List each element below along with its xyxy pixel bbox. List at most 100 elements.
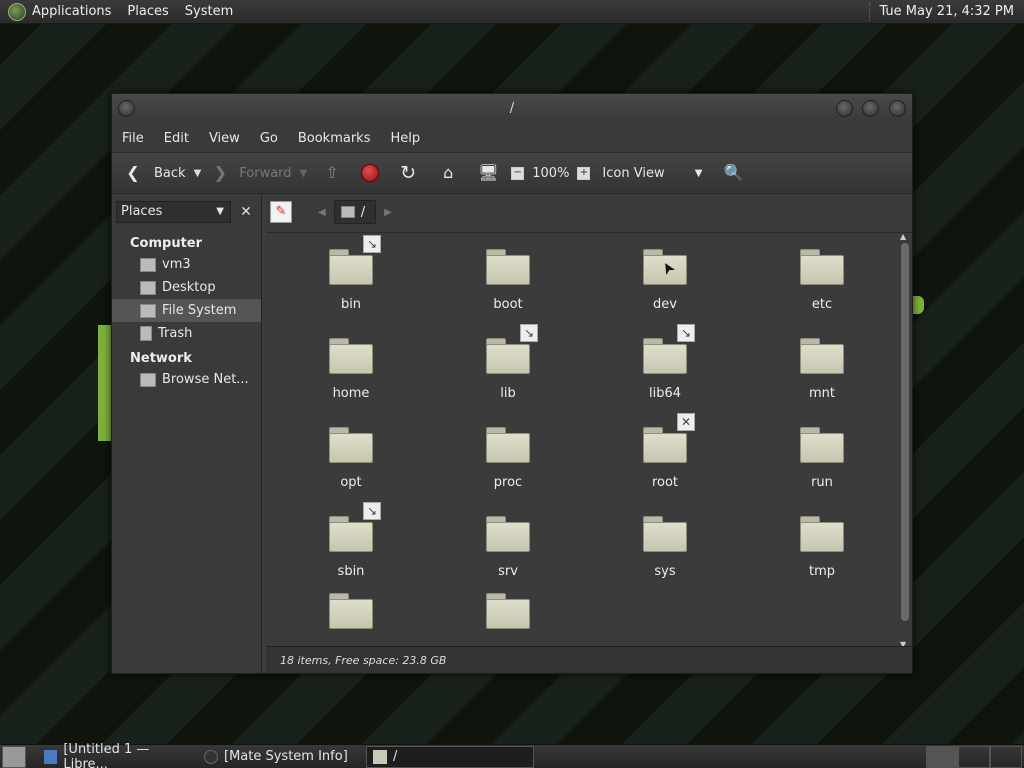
up-arrow-icon[interactable]: ⇧: [321, 162, 343, 184]
file-item[interactable]: ↘ sbin: [296, 502, 406, 596]
zoom-in-icon[interactable]: +: [577, 166, 591, 180]
sidebar-type-select[interactable]: Places ▼: [116, 201, 231, 223]
file-item[interactable]: boot: [453, 249, 563, 329]
forward-history-dropdown[interactable]: ▼: [300, 168, 308, 179]
clock[interactable]: Tue May 21, 4:32 PM: [873, 4, 1024, 19]
zoom-out-icon[interactable]: −: [511, 166, 525, 180]
bottom-panel: [Untitled 1 — Libre... [Mate System Info…: [0, 742, 1024, 768]
stop-icon[interactable]: [361, 164, 380, 182]
file-item[interactable]: sys: [610, 516, 720, 596]
sidebar-item-browse-network[interactable]: Browse Net...: [112, 368, 261, 391]
file-item[interactable]: ↘ bin: [296, 235, 406, 329]
applications-menu[interactable]: Applications: [0, 0, 119, 24]
no-access-emblem-icon: ✕: [677, 413, 695, 431]
sidebar-item-label: vm3: [162, 257, 191, 272]
workspace-1[interactable]: [926, 745, 958, 768]
home-folder-icon: [140, 257, 156, 272]
reload-icon[interactable]: ↻: [397, 162, 419, 184]
top-panel: Applications Places System Tue May 21, 4…: [0, 0, 1024, 24]
path-left-arrow-icon[interactable]: ◀: [318, 207, 326, 218]
view-mode-select[interactable]: Icon View ▼: [602, 166, 702, 181]
search-icon[interactable]: 🔍: [722, 162, 744, 184]
menu-go[interactable]: Go: [254, 131, 284, 146]
forward-button[interactable]: ❯ Forward: [209, 162, 292, 184]
edit-location-icon[interactable]: ✎: [270, 201, 292, 223]
desktop-folder-icon: [140, 280, 156, 295]
file-label: lib64: [648, 386, 682, 401]
file-label: run: [811, 475, 833, 490]
folder-icon: [800, 516, 844, 552]
forward-arrow-icon: ❯: [213, 163, 227, 182]
sidebar-item-file-system[interactable]: File System: [112, 299, 261, 322]
file-item[interactable]: ↘ lib64: [610, 324, 720, 418]
file-item[interactable]: mnt: [767, 338, 877, 418]
menubar: File Edit View Go Bookmarks Help: [112, 124, 912, 152]
menu-view[interactable]: View: [203, 131, 246, 146]
file-label: bin: [340, 297, 362, 312]
window-menu-button[interactable]: [118, 100, 135, 117]
file-item[interactable]: ➤ dev: [610, 249, 720, 329]
path-right-arrow-icon[interactable]: ▶: [384, 207, 392, 218]
task-file-manager[interactable]: /: [366, 745, 534, 768]
zoom-level: 100%: [532, 165, 570, 181]
task-label: /: [393, 749, 398, 764]
menu-help[interactable]: Help: [384, 131, 426, 146]
task-libreoffice[interactable]: [Untitled 1 — Libre...: [38, 742, 198, 768]
home-icon[interactable]: ⌂: [437, 162, 459, 184]
places-menu[interactable]: Places: [119, 0, 176, 24]
workspace-3[interactable]: [990, 745, 1022, 768]
view-mode-value: Icon View: [602, 165, 665, 181]
symlink-emblem-icon: ↘: [363, 235, 381, 253]
path-bar: ✎ ◀ / ▶: [266, 194, 912, 230]
back-label: Back: [154, 165, 186, 181]
file-label: boot: [493, 297, 523, 312]
mate-logo-icon: [8, 2, 26, 21]
applications-label: Applications: [32, 3, 112, 19]
sidebar-item-desktop[interactable]: Desktop: [112, 276, 261, 299]
file-label: home: [332, 386, 370, 401]
back-history-dropdown[interactable]: ▼: [194, 168, 202, 179]
crumb-label: /: [360, 204, 366, 220]
file-item[interactable]: proc: [453, 427, 563, 507]
computer-icon[interactable]: 🖥: [477, 162, 499, 184]
sidebar-item-label: Desktop: [162, 280, 216, 295]
window-titlebar[interactable]: /: [112, 94, 912, 124]
close-sidebar-icon[interactable]: ✕: [235, 201, 257, 223]
file-label: mnt: [809, 386, 835, 401]
back-button[interactable]: ❮ Back: [122, 162, 186, 184]
file-manager-window: / File Edit View Go Bookmarks Help ❮ Bac…: [111, 93, 913, 674]
sidebar-item-trash[interactable]: Trash: [112, 322, 261, 345]
drive-icon: [340, 206, 355, 218]
menu-bookmarks[interactable]: Bookmarks: [292, 131, 377, 146]
sidebar-item-label: File System: [162, 303, 237, 318]
file-item[interactable]: etc: [767, 249, 877, 329]
scroll-up-icon[interactable]: ▲: [900, 233, 906, 241]
file-item[interactable]: opt: [296, 427, 406, 507]
system-menu[interactable]: System: [177, 0, 241, 24]
file-item[interactable]: [453, 593, 563, 646]
file-item[interactable]: tmp: [767, 516, 877, 596]
menu-edit[interactable]: Edit: [158, 131, 195, 146]
chevron-down-icon: ▼: [694, 167, 703, 179]
file-item[interactable]: ↘ lib: [453, 324, 563, 418]
file-item[interactable]: ✕ root: [610, 413, 720, 507]
folder-icon: ↘: [643, 324, 695, 374]
file-item[interactable]: run: [767, 427, 877, 507]
sidebar-item-label: Browse Net...: [162, 372, 249, 387]
minimize-button[interactable]: [836, 100, 853, 117]
file-item[interactable]: [296, 593, 406, 646]
file-item[interactable]: home: [296, 338, 406, 418]
sidebar-item-vm3[interactable]: vm3: [112, 253, 261, 276]
folder-icon: [800, 249, 844, 285]
task-mate-system-info[interactable]: [Mate System Info]: [198, 746, 366, 768]
file-item[interactable]: srv: [453, 516, 563, 596]
sidebar: Places ▼ ✕ Computer vm3 Desktop File Sys…: [112, 194, 262, 673]
close-button[interactable]: [889, 100, 906, 117]
menu-file[interactable]: File: [116, 131, 150, 146]
workspace-2[interactable]: [958, 745, 990, 768]
scrollbar-thumb[interactable]: [901, 243, 909, 621]
show-desktop-button[interactable]: [2, 745, 26, 768]
path-crumb-root[interactable]: /: [333, 200, 377, 224]
vertical-scrollbar[interactable]: ▲ ▼: [900, 233, 910, 646]
maximize-button[interactable]: [862, 100, 879, 117]
